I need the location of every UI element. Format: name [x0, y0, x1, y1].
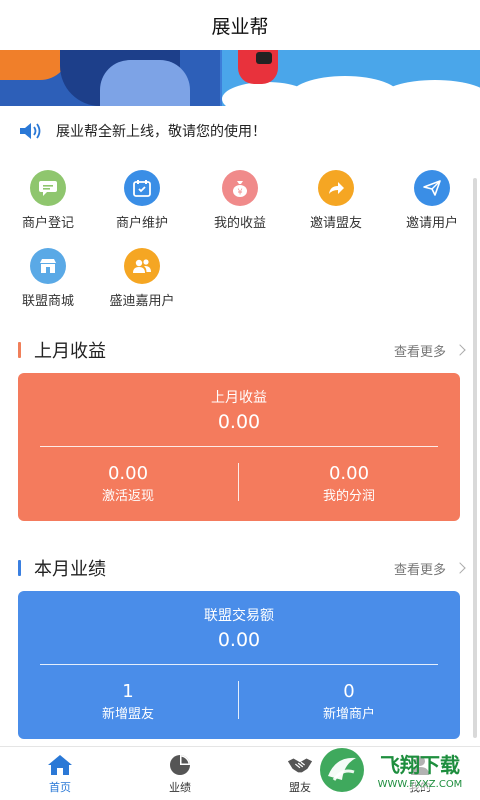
paper-plane-icon — [414, 170, 450, 206]
calendar-icon — [124, 170, 160, 206]
last-month-earnings-card[interactable]: 上月收益 0.00 0.00 激活返现 0.00 我的分润 — [18, 373, 460, 521]
users-icon — [124, 248, 160, 284]
tab-label: 业绩 — [169, 781, 191, 794]
menu-my-earnings[interactable]: ¥ 我的收益 — [192, 170, 288, 231]
menu-invite-ally[interactable]: 邀请盟友 — [288, 170, 384, 231]
chevron-right-icon — [454, 562, 466, 574]
stat-value: 0.00 — [107, 463, 149, 484]
divider — [40, 446, 438, 447]
my-profit-share-stat[interactable]: 0.00 我的分润 — [239, 463, 459, 504]
menu-merchant-register[interactable]: 商户登记 — [0, 170, 96, 231]
tab-performance[interactable]: 业绩 — [150, 753, 210, 795]
section-title-last-month: 上月收益 — [18, 338, 106, 362]
notice-text: 展业帮全新上线，敬请您的使用！ — [56, 124, 266, 140]
more-link-this-month[interactable]: 查看更多 — [393, 556, 466, 580]
menu-alliance-mall[interactable]: 联盟商城 — [0, 248, 96, 309]
menu-merchant-maintain[interactable]: 商户维护 — [94, 170, 190, 231]
tab-label: 首页 — [49, 781, 71, 794]
new-merchants-stat[interactable]: 0 新增商户 — [239, 681, 459, 722]
menu-label: 盛迪嘉用户 — [109, 294, 175, 309]
banner-phone — [256, 52, 272, 64]
page-title: 展业帮 — [211, 15, 269, 38]
menu-invite-user[interactable]: 邀请用户 — [384, 170, 480, 231]
watermark-logo: 飞翔下载 WWW.FXXZ.COM — [320, 748, 474, 792]
card-value: 0.00 — [217, 629, 261, 651]
app-header: 展业帮 — [0, 0, 480, 50]
watermark-brand: 飞翔下载 — [380, 753, 460, 777]
card-title: 联盟交易额 — [204, 608, 274, 624]
this-month-performance-card[interactable]: 联盟交易额 0.00 1 新增盟友 0 新增商户 — [18, 591, 460, 739]
menu-label: 邀请用户 — [405, 216, 458, 231]
more-link-last-month[interactable]: 查看更多 — [393, 338, 466, 362]
section-title-text: 上月收益 — [34, 341, 106, 362]
more-label: 查看更多 — [393, 344, 446, 360]
section-title-this-month: 本月业绩 — [18, 556, 106, 580]
stat-value: 1 — [122, 681, 134, 702]
tab-home[interactable]: 首页 — [30, 753, 90, 795]
stat-value: 0 — [343, 681, 355, 702]
new-allies-stat[interactable]: 1 新增盟友 — [18, 681, 238, 722]
scrollbar[interactable] — [473, 178, 477, 738]
stat-label: 我的分润 — [322, 489, 375, 504]
stat-label: 激活返现 — [101, 489, 154, 504]
section-title-text: 本月业绩 — [34, 559, 106, 580]
menu-shengdijia-users[interactable]: 盛迪嘉用户 — [94, 248, 190, 309]
card-title: 上月收益 — [211, 390, 267, 406]
pie-chart-icon — [167, 753, 193, 777]
activation-cashback-stat[interactable]: 0.00 激活返现 — [18, 463, 238, 504]
card-value: 0.00 — [217, 411, 261, 433]
money-bag-icon: ¥ — [222, 170, 258, 206]
menu-label: 邀请盟友 — [309, 216, 362, 231]
speaker-icon — [20, 123, 41, 139]
share-arrow-icon — [318, 170, 354, 206]
chevron-right-icon — [454, 344, 466, 356]
section-accent-bar — [18, 342, 21, 358]
menu-label: 我的收益 — [213, 216, 266, 231]
promo-banner[interactable] — [0, 50, 480, 106]
menu-label: 商户登记 — [21, 216, 74, 231]
section-accent-bar — [18, 560, 21, 576]
chat-icon — [30, 170, 66, 206]
shop-icon — [30, 248, 66, 284]
stat-label: 新增盟友 — [101, 707, 154, 722]
stat-label: 新增商户 — [322, 707, 375, 722]
handshake-icon — [287, 753, 313, 777]
svg-text:¥: ¥ — [237, 188, 242, 197]
more-label: 查看更多 — [393, 562, 446, 578]
menu-label: 商户维护 — [115, 216, 168, 231]
home-icon — [47, 753, 73, 777]
stat-value: 0.00 — [328, 463, 370, 484]
notice-bar[interactable]: 展业帮全新上线，敬请您的使用！ — [18, 116, 266, 146]
banner-shape — [100, 60, 190, 106]
site-watermark: 飞翔下载 WWW.FXXZ.COM — [316, 742, 476, 798]
menu-label: 联盟商城 — [21, 294, 74, 309]
divider — [40, 664, 438, 665]
watermark-url: WWW.FXXZ.COM — [378, 779, 463, 790]
